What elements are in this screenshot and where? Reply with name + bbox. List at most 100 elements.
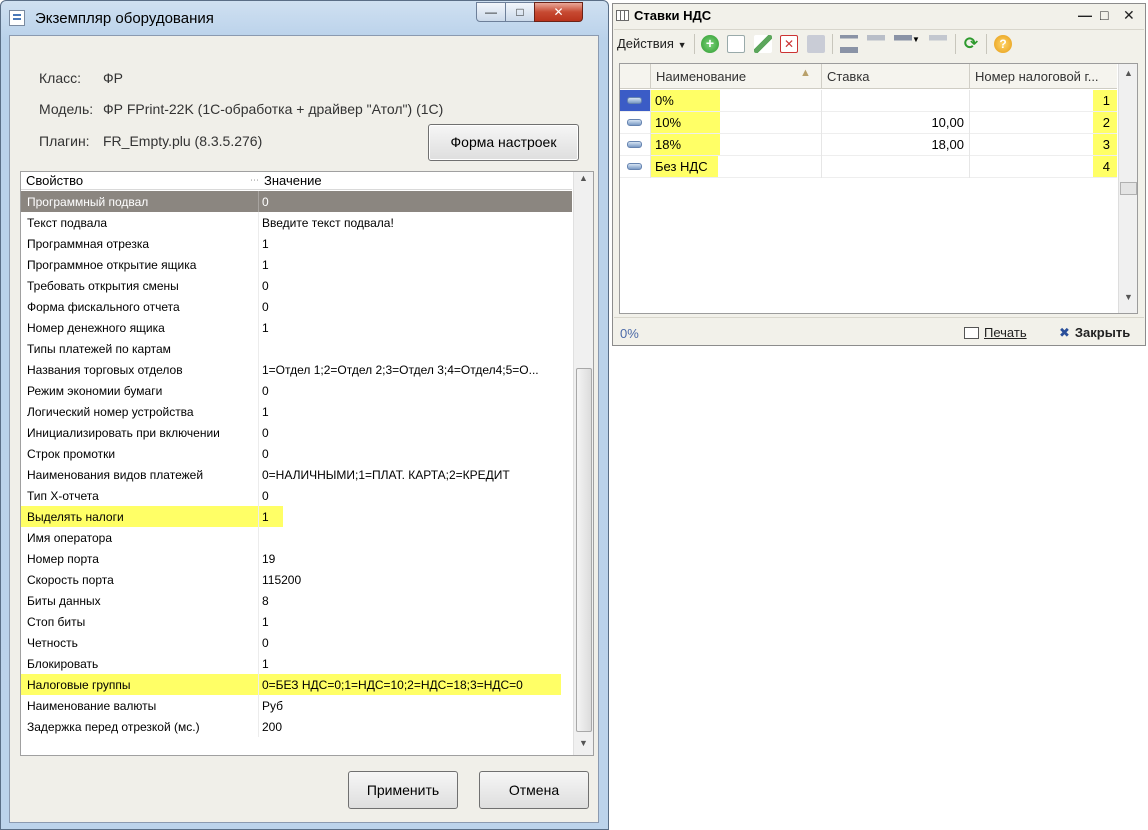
table-row[interactable]: 10% 10,00 2 [620,112,1117,134]
vat-close-x-button[interactable]: ✕ [1123,7,1135,24]
grid-row[interactable]: Текст подвала Введите текст подвала! [21,212,572,233]
delete-icon[interactable]: ✕ [780,35,798,53]
property-value[interactable]: 1=Отдел 1;2=Отдел 2;3=Отдел 3;4=Отдел4;5… [262,363,572,377]
grid-row[interactable]: Форма фискального отчета 0 [21,296,572,317]
refresh-icon[interactable]: ⟳ [962,35,980,53]
scroll-down-icon[interactable]: ▼ [574,738,593,754]
property-value[interactable]: 0 [262,636,572,650]
property-value[interactable]: Руб [262,699,572,713]
grid-row[interactable]: Задержка перед отрезкой (мс.) 200 [21,716,572,737]
clear-filter-icon[interactable] [929,35,947,53]
property-value[interactable]: 0 [262,447,572,461]
grid-row[interactable]: Выделять налоги 1 [21,506,572,527]
cell-tax-group[interactable]: 1 [1103,93,1110,108]
property-value[interactable]: 1 [262,405,572,419]
grid-row[interactable]: Наименование валюты Руб [21,695,572,716]
cell-rate[interactable]: 18,00 [931,137,964,152]
copy-icon[interactable] [727,35,745,53]
filter-icon[interactable] [840,35,858,53]
cell-name[interactable]: Без НДС [655,159,708,174]
property-value[interactable]: 19 [262,552,572,566]
edit-icon[interactable] [754,35,772,53]
property-value[interactable]: 1 [262,258,572,272]
apply-button[interactable]: Применить [348,771,458,809]
save-icon[interactable] [807,35,825,53]
cell-tax-group[interactable]: 3 [1103,137,1110,152]
sort-icon[interactable]: ▲ [800,67,811,79]
column-header-property[interactable]: Свойство [26,173,83,188]
vat-title-bar[interactable]: Ставки НДС — □ ✕ [613,4,1145,28]
cell-tax-group[interactable]: 4 [1103,159,1110,174]
scroll-thumb[interactable] [1120,182,1137,195]
property-value[interactable]: 0 [262,426,572,440]
scroll-thumb[interactable] [576,368,592,732]
filter-by-value-icon[interactable] [867,35,885,53]
vat-minimize-button[interactable]: — [1078,7,1092,23]
grid-row[interactable]: Программный подвал 0 [21,191,572,212]
property-value[interactable]: 1 [262,510,572,524]
property-value[interactable]: 1 [262,321,572,335]
grid-row[interactable]: Инициализировать при включении 0 [21,422,572,443]
column-header-tax-group[interactable]: Номер налоговой г... [975,69,1099,84]
grid-row[interactable]: Номер денежного ящика 1 [21,317,572,338]
grid-row[interactable]: Требовать открытия смены 0 [21,275,572,296]
grid-row[interactable]: Имя оператора [21,527,572,548]
help-icon[interactable]: ? [994,35,1012,53]
grid-row[interactable]: Режим экономии бумаги 0 [21,380,572,401]
property-value[interactable]: 0 [262,384,572,398]
table-row[interactable]: 18% 18,00 3 [620,134,1117,156]
actions-menu[interactable]: Действия ▼ [617,36,687,51]
add-icon[interactable]: + [701,35,719,53]
property-value[interactable]: 0 [262,279,572,293]
property-value[interactable]: Введите текст подвала! [262,216,572,230]
property-value[interactable]: 0 [262,195,572,209]
grid-row[interactable]: Номер порта 19 [21,548,572,569]
filter-history-icon[interactable] [894,35,912,53]
grid-row[interactable]: Типы платежей по картам [21,338,572,359]
property-value[interactable]: 200 [262,720,572,734]
column-resize-icon[interactable]: ⋯ [250,175,259,186]
cell-name[interactable]: 10% [655,115,681,130]
grid-row[interactable]: Стоп биты 1 [21,611,572,632]
minimize-button[interactable]: — [476,2,506,22]
grid-row[interactable]: Налоговые группы 0=БЕЗ НДС=0;1=НДС=10;2=Н… [21,674,572,695]
cell-name[interactable]: 18% [655,137,681,152]
cell-rate[interactable]: 10,00 [931,115,964,130]
property-value[interactable]: 0=БЕЗ НДС=0;1=НДС=10;2=НДС=18;3=НДС=0 [262,678,572,692]
cell-tax-group[interactable]: 2 [1103,115,1110,130]
dropdown-arrow-icon[interactable]: ▼ [912,35,920,53]
column-header-name[interactable]: Наименование [656,69,746,84]
property-value[interactable]: 1 [262,657,572,671]
table-row[interactable]: Без НДС 4 [620,156,1117,178]
property-value[interactable]: 115200 [262,573,572,587]
property-value[interactable]: 0 [262,489,572,503]
property-value[interactable]: 1 [262,615,572,629]
grid-row[interactable]: Биты данных 8 [21,590,572,611]
cancel-button[interactable]: Отмена [479,771,589,809]
grid-scrollbar[interactable]: ▲ ▼ [573,172,593,755]
title-bar[interactable]: Экземпляр оборудования — □ ✕ [1,1,608,35]
grid-row[interactable]: Наименования видов платежей 0=НАЛИЧНЫМИ;1… [21,464,572,485]
maximize-button[interactable]: □ [505,2,535,22]
property-value[interactable]: 1 [262,237,572,251]
cell-name[interactable]: 0% [655,93,674,108]
grid-row[interactable]: Четность 0 [21,632,572,653]
property-value[interactable]: 0 [262,300,572,314]
grid-row[interactable]: Программная отрезка 1 [21,233,572,254]
column-header-rate[interactable]: Ставка [827,69,870,84]
property-value[interactable]: 8 [262,594,572,608]
print-button[interactable]: Печать [964,325,1027,340]
table-scrollbar[interactable]: ▲ ▼ [1118,64,1137,313]
settings-form-button[interactable]: Форма настроек [428,124,579,161]
grid-row[interactable]: Тип Х-отчета 0 [21,485,572,506]
grid-row[interactable]: Логический номер устройства 1 [21,401,572,422]
grid-row[interactable]: Названия торговых отделов 1=Отдел 1;2=Отд… [21,359,572,380]
grid-row[interactable]: Блокировать 1 [21,653,572,674]
table-row[interactable]: 0% 1 [620,90,1117,112]
grid-row[interactable]: Программное открытие ящика 1 [21,254,572,275]
property-value[interactable]: 0=НАЛИЧНЫМИ;1=ПЛАТ. КАРТА;2=КРЕДИТ [262,468,572,482]
column-header-value[interactable]: Значение [264,173,322,188]
scroll-up-icon[interactable]: ▲ [574,173,593,189]
grid-row[interactable]: Строк промотки 0 [21,443,572,464]
grid-row[interactable]: Скорость порта 115200 [21,569,572,590]
